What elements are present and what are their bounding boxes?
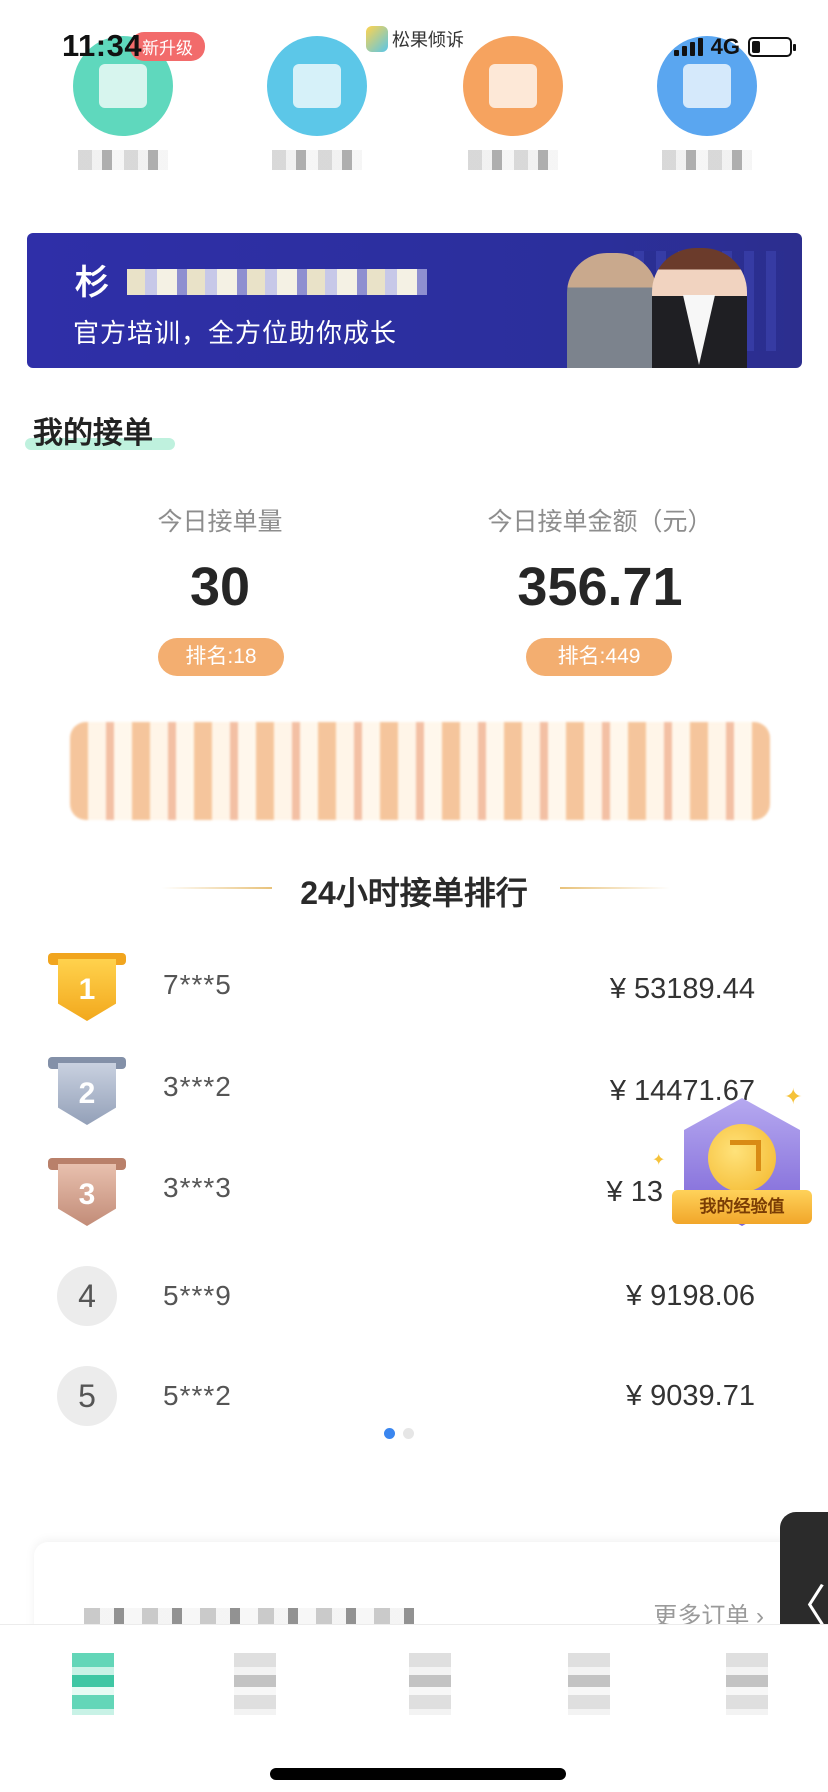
ranking-user: 5***2 (163, 1380, 232, 1411)
today-amount-value: 356.71 (517, 557, 683, 617)
today-amount-rank: 排名:449 (526, 638, 672, 676)
status-app-label: 松果倾诉 (392, 30, 464, 50)
ranking-row: 1 7***5 ¥ 53189.44 (0, 945, 828, 1035)
battery-icon (748, 37, 796, 57)
ranking-user: 5***9 (163, 1280, 232, 1311)
today-amount-label: 今日接单金额（元） (487, 508, 713, 536)
carousel-dot[interactable] (403, 1428, 414, 1439)
quick-entry-label-obscured (272, 150, 362, 170)
today-count-value: 30 (189, 557, 251, 617)
home-indicator (270, 1768, 566, 1780)
profile-icon (726, 1653, 768, 1715)
ranking-amount: ¥ 53189.44 (609, 973, 755, 1005)
banner-subtitle: 官方培训，全方位助你成长 (73, 318, 398, 348)
rank-title-line-right (560, 887, 670, 889)
home-icon (72, 1653, 114, 1715)
tab-icon-2 (234, 1653, 276, 1715)
quick-entry-video[interactable] (262, 36, 372, 186)
tab-icon-3 (409, 1653, 451, 1715)
signal-icon (673, 38, 703, 56)
quick-entry-label-obscured (468, 150, 558, 170)
bronze-medal-icon: 3 (48, 1158, 126, 1228)
tab-4[interactable] (564, 1653, 614, 1723)
bottom-tab-bar (0, 1624, 828, 1745)
app-logo-icon (366, 26, 388, 52)
ranking-user: 7***5 (163, 969, 232, 1000)
banner-title-obscured (127, 269, 427, 295)
experience-badge[interactable]: 我的经验值 ✦ ✦ (652, 1084, 812, 1238)
carousel-dots[interactable] (384, 1428, 414, 1439)
ranking-amount: ¥ 9039.71 (625, 1380, 755, 1412)
carousel-dot-active[interactable] (384, 1428, 395, 1439)
banner-person-male (567, 253, 657, 368)
quick-entry-label-obscured (78, 150, 168, 170)
ranking-row: 4 5***9 ¥ 9198.06 (0, 1250, 828, 1340)
tab-profile[interactable] (722, 1653, 772, 1723)
sparkle-icon: ✦ (784, 1084, 803, 1109)
ranking-title: 24小时接单排行 (300, 875, 528, 911)
ranking-user: 3***3 (163, 1172, 232, 1203)
status-indicators: 4G (673, 34, 796, 60)
gift-icon (463, 36, 563, 136)
tab-3[interactable] (405, 1653, 455, 1723)
ranking-amount: ¥ 13 (606, 1176, 663, 1208)
network-type: 4G (710, 34, 740, 59)
ranking-amount: ¥ 9198.06 (625, 1280, 755, 1312)
experience-label: 我的经验值 (672, 1190, 812, 1224)
quick-entry-gift[interactable] (458, 36, 568, 186)
video-icon (267, 36, 367, 136)
gold-medal-icon: 1 (48, 953, 126, 1023)
training-banner[interactable]: 杉 官方培训，全方位助你成长 (27, 233, 802, 368)
ranking-row: 5 5***2 ¥ 9039.71 (0, 1350, 828, 1440)
sparkle-icon: ✦ (652, 1152, 666, 1169)
ranking-user: 3***2 (163, 1071, 232, 1102)
rank-number: 4 (57, 1266, 117, 1326)
tab-home[interactable] (68, 1653, 118, 1723)
tab-2[interactable] (230, 1653, 280, 1723)
banner-title-start: 杉 (75, 264, 109, 302)
today-count-rank: 排名:18 (158, 638, 284, 676)
status-time: 11:34 (62, 28, 143, 63)
rank-number: 5 (57, 1366, 117, 1426)
quick-entry-label-obscured (662, 150, 752, 170)
my-orders-title: 我的接单 (25, 408, 175, 452)
notice-strip-obscured[interactable] (70, 722, 770, 820)
arrow-up-icon (730, 1140, 761, 1171)
today-count-label: 今日接单量 (157, 508, 283, 536)
silver-medal-icon: 2 (48, 1057, 126, 1127)
status-app-name: 松果倾诉 (366, 26, 464, 52)
tab-icon-4 (568, 1653, 610, 1715)
